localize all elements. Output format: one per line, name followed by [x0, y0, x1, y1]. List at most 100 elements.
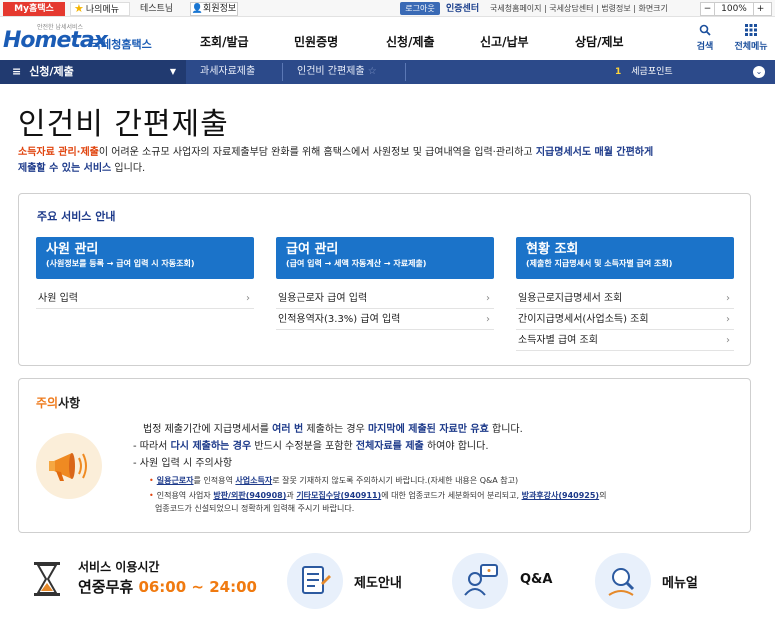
notice-text: 로 잘못 기재하지 않도록 주의하시기 바랍니다.(자세한 내용은 Q&A 참고…: [272, 476, 519, 485]
notice-text: 의: [599, 491, 607, 500]
notice-emphasis: 방판/외판(940908): [213, 491, 287, 500]
notice-text: 법정 제출기간에 지급명세서를: [143, 424, 273, 435]
utility-bar: My홈택스 ★ 나의메뉴 테스트님 👤회원정보 로그아웃 인증센터 국세청홈페이지…: [0, 0, 775, 17]
notice-emphasis: 사업소득자: [235, 476, 273, 485]
intro-text: 이 어려운 소규모 사업자의 자료제출부담 완화를 위해 홈택스에서 사원정보 …: [98, 147, 536, 158]
notice-panel: 주의사항 법정 제출기간에 지급명세서를 여러 번 제출하는 경우 마지막에 제…: [18, 378, 751, 533]
notice-emphasis: 기타모집수당(940911): [296, 491, 382, 500]
notice-text: 를 인적용역: [193, 476, 236, 485]
intro-highlight: 소득자료 관리·제출: [18, 147, 99, 158]
service-sub: (급여 입력 → 세액 자동계산 → 자료제출): [286, 259, 427, 268]
all-menu-button[interactable]: 전체메뉴: [730, 24, 772, 52]
section-label: 신청/제출: [29, 65, 74, 78]
intro-text: 입니다.: [111, 163, 146, 174]
my-hometax-button[interactable]: My홈택스: [3, 2, 65, 16]
chevron-right-icon: ›: [726, 335, 730, 346]
notice-title-rest: 사항: [58, 396, 81, 410]
triangle-down-icon: ▼: [169, 67, 176, 76]
chevron-right-icon: ›: [486, 314, 490, 325]
freelancer-payroll-link[interactable]: 인적용역자(3.3%) 급여 입력 ›: [276, 310, 494, 330]
bullet-icon: •: [149, 491, 154, 500]
service-heading: 사원 관리: [46, 242, 99, 257]
cert-center-link[interactable]: 인증센터: [446, 2, 479, 16]
services-title: 주요 서비스 안내: [37, 210, 116, 223]
main-services-panel: 주요 서비스 안내 사원 관리 (사원정보를 등록 → 급여 입력 시 자동조회…: [18, 193, 751, 366]
hometax-logo[interactable]: 안전한 납세서비스 Hometax 국세청홈택스: [3, 22, 153, 54]
notice-sub-2: • 인적용역 사업자 방판/외판(940908)과 기타모집수당(940911)에…: [149, 489, 606, 502]
notice-text: 과: [286, 491, 297, 500]
favorite-star-icon[interactable]: ☆: [368, 66, 377, 77]
service-sub: (제출한 지급명세서 및 소득자별 급여 조회): [526, 259, 673, 268]
qa-link[interactable]: Q&A: [520, 572, 552, 587]
hourglass-icon: [30, 561, 64, 597]
gnb-consult[interactable]: 상담/제보: [575, 33, 624, 50]
chevron-down-icon[interactable]: ⌄: [753, 66, 765, 78]
gnb-inquiry[interactable]: 조회/발급: [200, 33, 249, 50]
intro-emphasis: 지급명세서도 매월 간편하게: [535, 147, 654, 158]
notice-text: 합니다.: [488, 424, 523, 435]
location-bar: ≡ 신청/제출 ▼ 과세자료제출 인건비 간편제출 ☆ 1 세금포인트 ⌄: [0, 60, 775, 84]
zoom-level: 100%: [721, 4, 747, 14]
breadcrumb-divider: [405, 63, 406, 81]
gnb-filing[interactable]: 신고/납부: [480, 33, 529, 50]
my-menu-button[interactable]: ★ 나의메뉴: [70, 2, 130, 16]
notice-line-3: - 사원 입력 시 주의사항: [133, 458, 233, 469]
page-intro: 소득자료 관리·제출이 어려운 소규모 사업자의 자료제출부담 완화를 위해 홈…: [18, 145, 758, 177]
top-links[interactable]: 국세청홈페이지 | 국세상담센터 | 법령정보 | 화면크기: [490, 2, 668, 16]
notice-sub-1: • 일용근로자를 인적용역 사업소득자로 잘못 기재하지 않도록 주의하시기 바랍…: [149, 474, 518, 487]
bullet-icon: •: [149, 476, 154, 485]
guide-link[interactable]: 제도안내: [354, 572, 402, 591]
notice-emphasis: 마지막에 제출된 자료만 유효: [367, 424, 489, 435]
service-hours-prefix: 연중무휴: [78, 578, 139, 596]
tax-point-count: 1: [615, 67, 622, 77]
chevron-right-icon: ›: [486, 293, 490, 304]
notice-text: - 따라서: [133, 441, 171, 452]
user-icon: 👤: [191, 4, 204, 14]
hamburger-icon: ≡: [12, 65, 22, 78]
daily-statement-inquiry-link[interactable]: 일용근로지급명세서 조회 ›: [516, 289, 734, 309]
zoom-in-button[interactable]: +: [753, 3, 767, 15]
breadcrumb-current[interactable]: 인건비 간편제출 ☆: [297, 60, 377, 84]
section-dropdown[interactable]: ≡ 신청/제출 ▼: [0, 60, 186, 84]
notice-emphasis: 전체자료를 제출: [355, 441, 424, 452]
service-item-label: 사원 입력: [38, 293, 78, 304]
qa-person-icon[interactable]: [452, 553, 508, 609]
notice-title-accent: 주의: [36, 396, 59, 410]
payroll-management-header[interactable]: 급여 관리 (급여 입력 → 세액 자동계산 → 자료제출): [276, 237, 494, 279]
service-item-label: 간이지급명세서(사업소득) 조회: [518, 314, 649, 325]
document-icon[interactable]: [287, 553, 343, 609]
zoom-out-button[interactable]: −: [701, 3, 715, 15]
my-menu-label: 나의메뉴: [85, 5, 119, 15]
breadcrumb-tax-data[interactable]: 과세자료제출: [200, 60, 255, 84]
service-hours-value: 06:00 ~ 24:00: [138, 578, 257, 596]
zoom-control: −100% +: [700, 2, 772, 16]
member-info-label: 회원정보: [203, 4, 237, 14]
employee-input-link[interactable]: 사원 입력 ›: [36, 289, 254, 309]
breadcrumb-divider: [282, 63, 283, 81]
employee-management-header[interactable]: 사원 관리 (사원정보를 등록 → 급여 입력 시 자동조회): [36, 237, 254, 279]
breadcrumb-current-label: 인건비 간편제출: [297, 66, 365, 77]
notice-line-2: - 따라서 다시 제출하는 경우 반드시 수정분을 포함한 전체자료를 제출 하…: [133, 440, 489, 454]
notice-text: 반드시 수정분을 포함한: [251, 441, 356, 452]
manual-link[interactable]: 메뉴얼: [662, 572, 698, 591]
service-item-label: 일용근로자 급여 입력: [278, 293, 368, 304]
member-info-button[interactable]: 👤회원정보: [190, 2, 238, 16]
simple-statement-inquiry-link[interactable]: 간이지급명세서(사업소득) 조회 ›: [516, 310, 734, 330]
gnb-application[interactable]: 신청/제출: [386, 33, 435, 50]
manual-magnifier-icon[interactable]: [595, 553, 651, 609]
search-button[interactable]: 검색: [693, 24, 717, 52]
chevron-right-icon: ›: [726, 314, 730, 325]
service-heading: 현황 조회: [526, 242, 579, 257]
daily-worker-payroll-link[interactable]: 일용근로자 급여 입력 ›: [276, 289, 494, 309]
notice-emphasis: 여러 번: [272, 424, 304, 435]
notice-line-1: 법정 제출기간에 지급명세서를 여러 번 제출하는 경우 마지막에 제출된 자료…: [143, 423, 523, 437]
status-inquiry-header[interactable]: 현황 조회 (제출한 지급명세서 및 소득자별 급여 조회): [516, 237, 734, 279]
logout-button[interactable]: 로그아웃: [400, 2, 440, 15]
gnb-certificate[interactable]: 민원증명: [294, 33, 338, 50]
payroll-by-earner-link[interactable]: 소득자별 급여 조회 ›: [516, 331, 734, 351]
notice-sub-3: 업종코드가 신설되었으니 정확하게 입력해 주시기 바랍니다.: [155, 504, 355, 513]
service-hours: 연중무휴 06:00 ~ 24:00: [78, 576, 257, 597]
tax-point[interactable]: 1 세금포인트: [615, 60, 673, 84]
chevron-right-icon: ›: [726, 293, 730, 304]
notice-emphasis: 일용근로자: [156, 476, 194, 485]
